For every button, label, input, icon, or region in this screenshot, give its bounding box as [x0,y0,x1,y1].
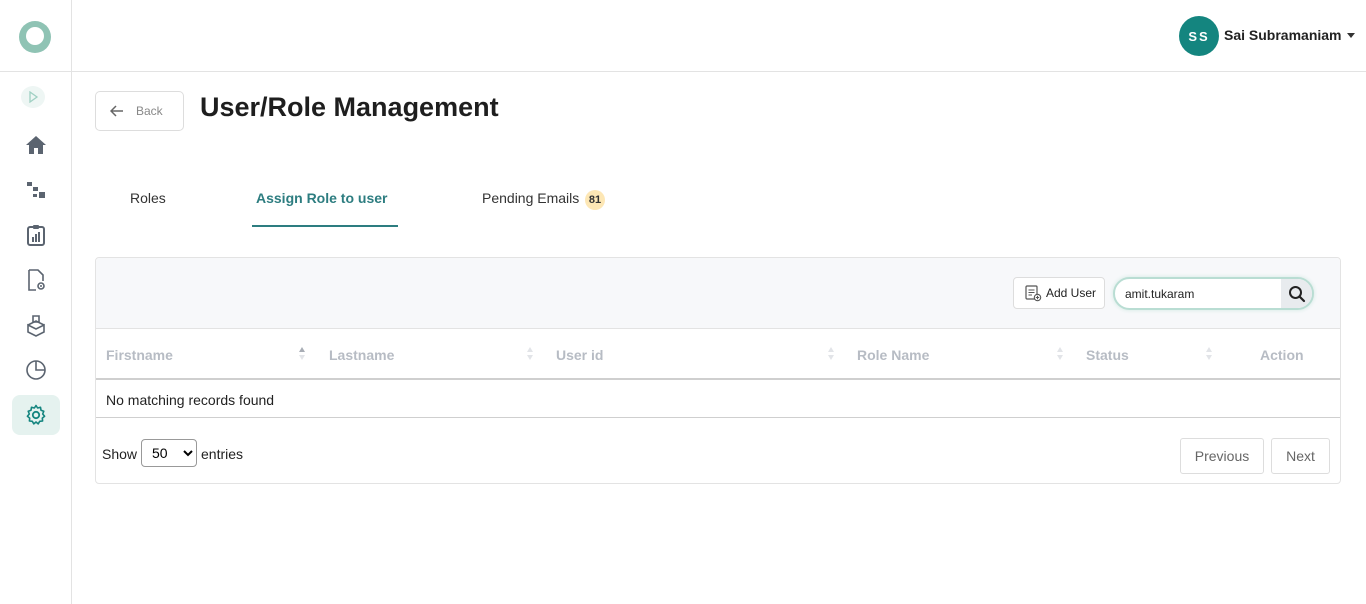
sort-icon[interactable] [299,346,307,362]
active-tab-indicator [252,225,398,227]
column-lastname[interactable]: Lastname [329,347,394,363]
users-panel: Add User Firstname Lastname User id Role… [95,257,1341,484]
home-icon[interactable] [12,125,60,165]
document-settings-icon[interactable] [12,260,60,300]
arrow-left-icon [110,105,123,117]
add-document-icon [1025,285,1042,302]
search-input[interactable] [1125,285,1275,303]
tab-pending-emails[interactable]: Pending Emails [482,190,579,206]
sort-icon[interactable] [828,346,836,362]
search-icon [1288,285,1305,302]
user-avatar[interactable]: SS [1179,16,1219,56]
empty-table-message: No matching records found [96,380,1340,418]
show-label: Show [102,446,138,462]
back-label: Back [136,104,163,118]
column-firstname[interactable]: Firstname [106,347,173,363]
sort-icon[interactable] [1057,346,1065,362]
column-role-name[interactable]: Role Name [857,347,929,363]
add-user-button[interactable]: Add User [1013,277,1105,309]
next-page-button[interactable]: Next [1271,438,1330,474]
search-button[interactable] [1281,279,1312,308]
pending-emails-badge: 81 [585,190,605,210]
chevron-down-icon[interactable] [1347,33,1355,38]
column-action: Action [1260,347,1304,363]
top-bar: SS Sai Subramaniam [72,0,1366,72]
tab-assign-role[interactable]: Assign Role to user [256,190,387,206]
user-name[interactable]: Sai Subramaniam [1224,27,1342,43]
expand-sidebar-icon[interactable] [21,86,45,108]
report-icon[interactable] [12,215,60,255]
panel-toolbar: Add User [96,258,1340,329]
tab-roles[interactable]: Roles [130,190,166,206]
entries-per-page-select[interactable]: 10 25 50 100 [141,439,197,467]
sidebar-divider [0,71,72,72]
table-header: Firstname Lastname User id Role Name Sta… [96,330,1340,380]
pie-chart-icon[interactable] [12,350,60,390]
column-user-id[interactable]: User id [556,347,603,363]
data-stack-icon[interactable] [12,305,60,345]
workflow-icon[interactable] [12,170,60,210]
add-user-label: Add User [1046,286,1097,300]
app-logo[interactable] [19,21,51,53]
settings-gear-icon[interactable] [12,395,60,435]
back-button[interactable]: Back [95,91,184,131]
page-title: User/Role Management [200,92,499,122]
search-box [1113,277,1314,310]
entries-label: entries [201,446,244,462]
sort-icon[interactable] [527,346,535,362]
sidebar [0,0,72,604]
previous-page-button[interactable]: Previous [1180,438,1264,474]
column-status[interactable]: Status [1086,347,1129,363]
sort-icon[interactable] [1206,346,1214,362]
